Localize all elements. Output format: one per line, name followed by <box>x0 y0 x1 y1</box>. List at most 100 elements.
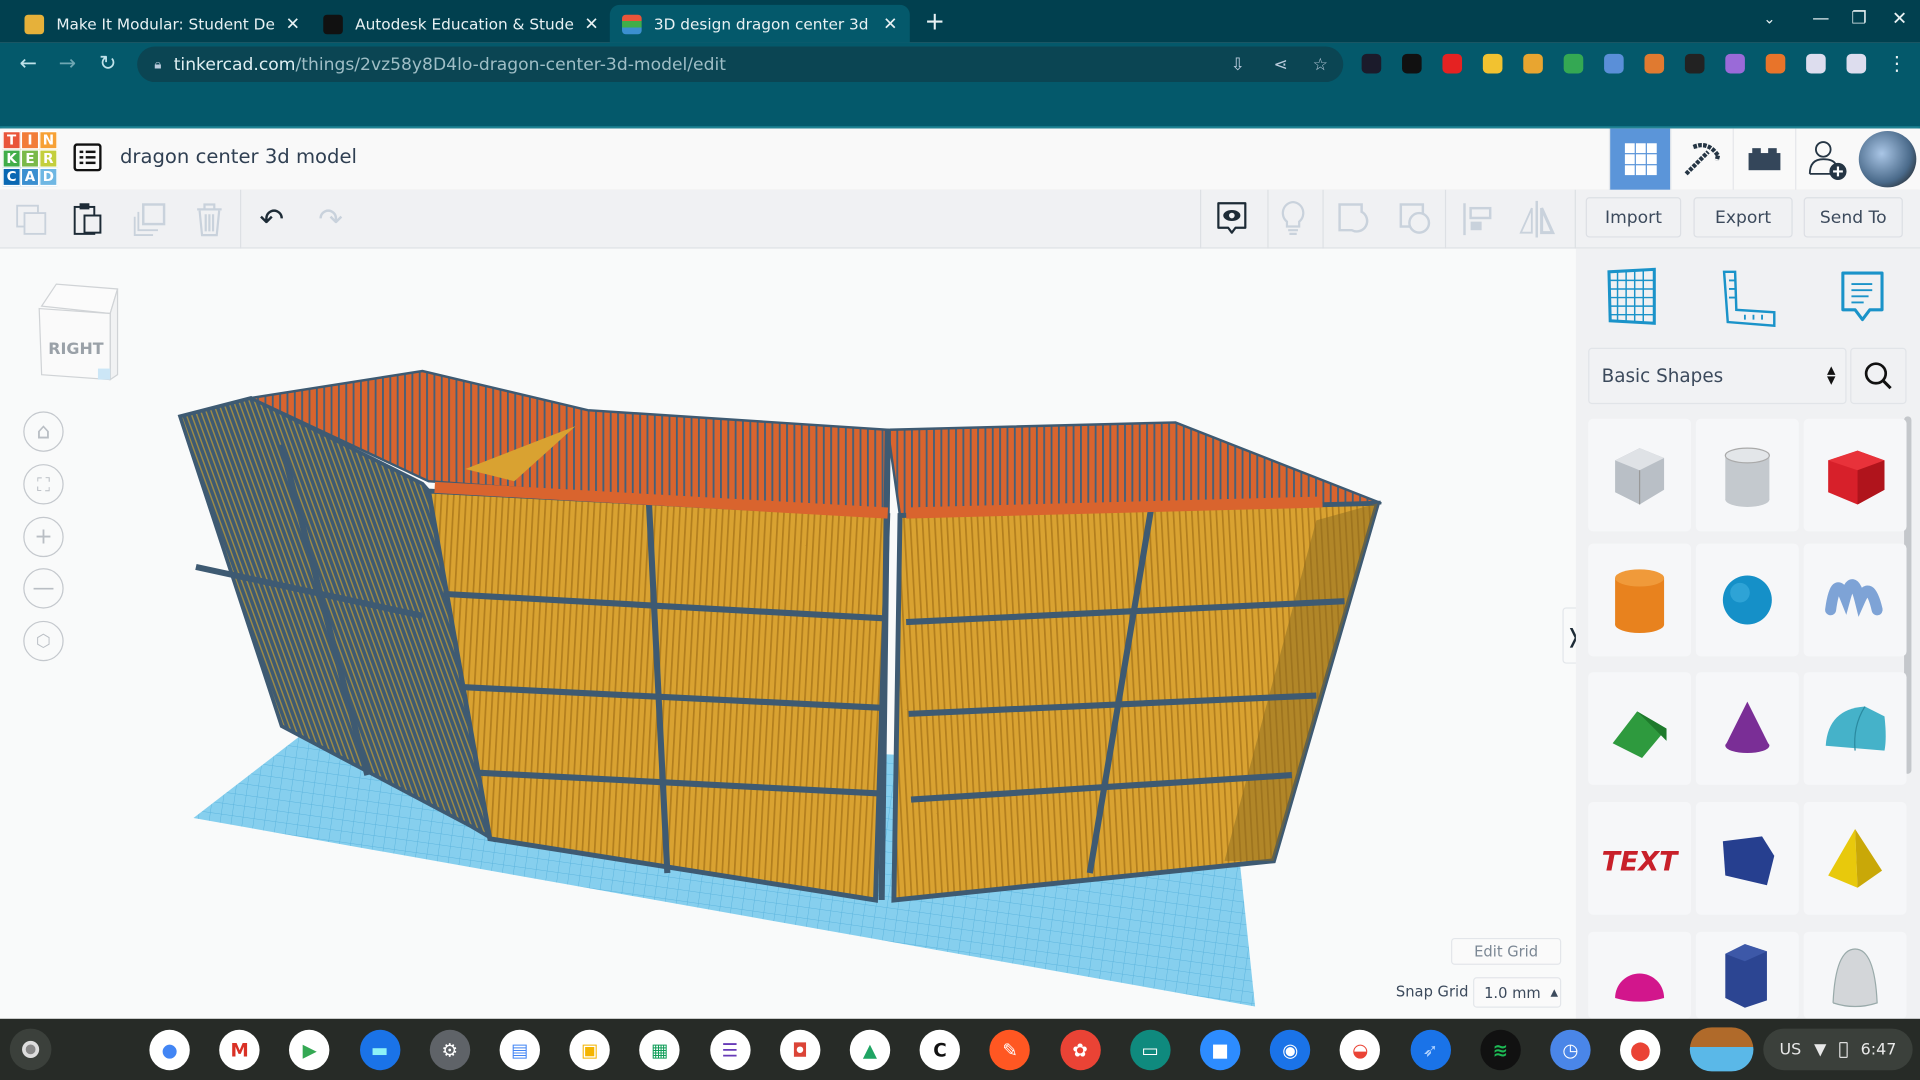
lightbulb-icon[interactable] <box>1273 200 1312 239</box>
shape-sphere[interactable] <box>1695 543 1799 657</box>
notes-extension-icon[interactable] <box>1402 53 1422 74</box>
slides-app-icon[interactable]: ▣ <box>569 1029 611 1071</box>
browser-tab[interactable]: Autodesk Education & Student Access✕ <box>311 5 611 43</box>
shape-paraboloid[interactable] <box>1803 931 1907 1019</box>
workplane-tool-icon[interactable] <box>1605 267 1659 331</box>
shape-pyramid[interactable] <box>1803 802 1907 915</box>
import-button[interactable]: Import <box>1585 197 1682 238</box>
settings-app-icon[interactable]: ⚙ <box>429 1029 470 1071</box>
fit-view-button[interactable]: ⛶ <box>23 464 64 505</box>
shape-cylinder[interactable] <box>1588 543 1692 657</box>
design-title[interactable]: dragon center 3d model <box>120 144 357 167</box>
star-icon[interactable]: ☆ <box>1313 54 1328 74</box>
invite-user-button[interactable] <box>1795 128 1856 190</box>
new-tab-button[interactable]: + <box>924 6 945 35</box>
shape-text[interactable]: TEXT <box>1588 802 1692 915</box>
puzzle-extension-icon[interactable] <box>1806 53 1826 74</box>
paw-extension-icon[interactable] <box>1684 53 1705 74</box>
forward-icon[interactable]: → <box>54 51 81 75</box>
shape-cylinder-hole[interactable] <box>1695 418 1799 532</box>
docs-app-icon[interactable]: ▤ <box>499 1029 541 1071</box>
browser-menu-icon[interactable]: ⋮ <box>1887 51 1907 74</box>
shape-round-roof[interactable] <box>1803 672 1907 785</box>
ungroup-icon[interactable] <box>1396 200 1435 239</box>
delete-icon[interactable] <box>190 200 229 239</box>
zoom-app-icon[interactable]: ■ <box>1200 1029 1241 1071</box>
chrome-app-icon[interactable]: ● <box>149 1029 190 1071</box>
zoom-in-button[interactable]: + <box>23 516 64 558</box>
gmail-app-icon[interactable]: M <box>219 1029 260 1071</box>
bee-extension-icon[interactable] <box>1523 53 1543 74</box>
status-tray[interactable]: US ▼ 6:47 <box>1763 1028 1913 1071</box>
drive-app-icon[interactable]: ▲ <box>849 1029 891 1071</box>
window-close-icon[interactable]: ✕ <box>1892 7 1907 29</box>
youtube-extension-icon[interactable] <box>1442 53 1463 74</box>
restore-icon[interactable]: ❐ <box>1851 9 1866 29</box>
copy-icon[interactable] <box>11 200 50 239</box>
browser-tab[interactable]: Make It Modular: Student Design✕ <box>12 5 312 43</box>
launcher-button[interactable] <box>9 1028 52 1071</box>
undo-icon[interactable]: ↶ <box>252 200 291 239</box>
shape-roof[interactable] <box>1588 672 1692 785</box>
notes-visibility-icon[interactable] <box>1212 200 1251 239</box>
tinkercad-logo[interactable]: TINKERCAD <box>2 131 58 187</box>
launcher-rocket-app-icon[interactable]: ➶ <box>1410 1029 1451 1071</box>
align-icon[interactable] <box>1457 200 1496 239</box>
close-icon[interactable]: ✕ <box>584 14 598 34</box>
bricks-view-button[interactable] <box>1732 128 1794 190</box>
shape-category-select[interactable]: Basic Shapes ▲ ▼ <box>1588 347 1847 405</box>
shape-search-button[interactable] <box>1850 347 1907 405</box>
maps-app-icon[interactable]: ⬤ <box>1620 1029 1661 1071</box>
spotify-app-icon[interactable]: ≋ <box>1480 1029 1521 1071</box>
blocks-view-button[interactable] <box>1670 128 1731 190</box>
home-view-button[interactable]: ⌂ <box>23 411 64 452</box>
minimize-icon[interactable]: — <box>1812 9 1829 29</box>
window-thumbnail[interactable] <box>1689 1027 1754 1072</box>
cursor-extension-icon[interactable] <box>1361 53 1382 74</box>
edit-grid-button[interactable]: Edit Grid <box>1451 937 1562 965</box>
share-icon[interactable]: ⋖ <box>1273 54 1287 74</box>
cup-extension-icon[interactable] <box>1644 53 1665 74</box>
send-to-button[interactable]: Send To <box>1803 197 1903 238</box>
clock-app-icon[interactable]: ◷ <box>1550 1029 1591 1071</box>
camera-app-icon[interactable]: ◉ <box>1270 1029 1311 1071</box>
duplicate-icon[interactable] <box>130 200 169 239</box>
coin-extension-icon[interactable] <box>1482 53 1503 74</box>
paste-icon[interactable] <box>69 200 108 239</box>
drive-extension-icon[interactable] <box>1563 53 1584 74</box>
close-icon[interactable]: ✕ <box>286 14 300 34</box>
c-app-app-icon[interactable]: C <box>919 1029 961 1071</box>
browser-tab-active[interactable]: 3D design dragon center 3d model✕ <box>609 4 910 43</box>
group-icon[interactable] <box>1335 200 1374 239</box>
user-avatar[interactable] <box>1858 131 1917 188</box>
snap-grid-select[interactable]: 1.0 mm ▲ <box>1473 977 1562 1008</box>
shape-polygon[interactable] <box>1695 931 1799 1019</box>
shape-box[interactable] <box>1803 418 1907 532</box>
fox-extension-icon[interactable] <box>1765 53 1786 74</box>
pdf-app-icon[interactable]: ◘ <box>779 1029 821 1071</box>
redo-icon[interactable]: ↷ <box>311 200 350 239</box>
zoom-out-button[interactable]: — <box>23 568 64 609</box>
close-icon[interactable]: ✕ <box>883 14 897 34</box>
back-icon[interactable]: ← <box>15 51 42 75</box>
shape-half-sphere[interactable] <box>1588 931 1692 1019</box>
reload-icon[interactable]: ↻ <box>94 51 121 75</box>
shape-scribble[interactable] <box>1803 543 1907 657</box>
tab-search-icon[interactable]: ⌄ <box>1763 10 1775 27</box>
files-app-icon[interactable]: ▬ <box>359 1029 400 1071</box>
classroom-app-icon[interactable]: ▭ <box>1129 1029 1171 1071</box>
paint-app-icon[interactable]: ✿ <box>1059 1029 1101 1071</box>
shape-wedge[interactable] <box>1695 802 1799 915</box>
shape-cone[interactable] <box>1695 672 1799 785</box>
ruler-tool-icon[interactable] <box>1720 268 1776 332</box>
design-list-icon[interactable] <box>73 143 102 176</box>
screen-cast-extension-icon[interactable] <box>1604 53 1624 74</box>
view-cube[interactable]: RIGHT <box>29 279 122 392</box>
3d-design-view-button[interactable] <box>1608 128 1671 190</box>
perspective-toggle-button[interactable]: ⬡ <box>23 620 64 662</box>
notes-tool-icon[interactable] <box>1839 269 1886 330</box>
sidebar-extension-icon[interactable] <box>1846 53 1867 74</box>
install-icon[interactable]: ⇩ <box>1231 54 1245 74</box>
workplane-canvas[interactable] <box>0 249 1576 1019</box>
address-bar[interactable]: 🔒︎ tinkercad.com/things/2vz58y8D4lo-drag… <box>137 46 1344 83</box>
